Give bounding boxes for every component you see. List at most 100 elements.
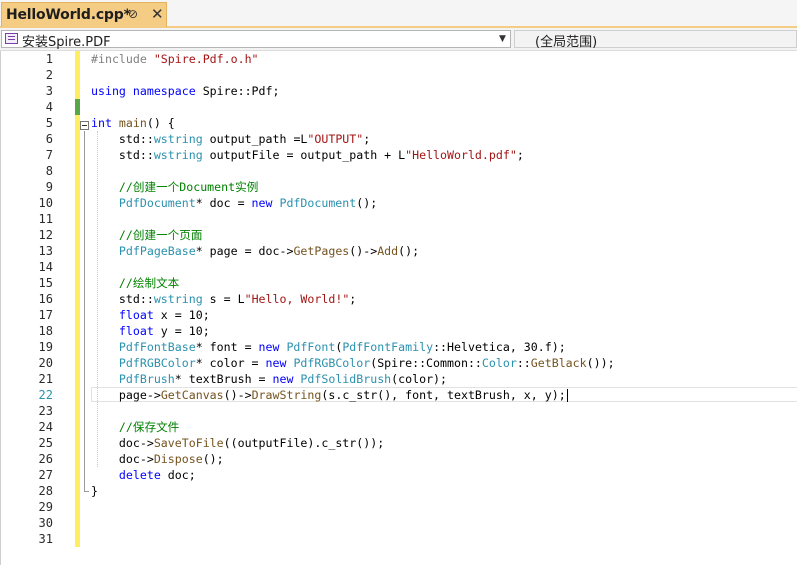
code-line[interactable]: 15 //绘制文本 (1, 275, 797, 291)
code-token: (); (398, 244, 420, 258)
code-line[interactable]: 30 (1, 515, 797, 531)
code-token: Dispose (153, 452, 203, 466)
member-scope-value: (全局范围) (535, 35, 598, 50)
code-token: ; (349, 292, 357, 306)
code-line[interactable]: 26 doc->Dispose(); (1, 451, 797, 467)
code-token: wstring (153, 292, 203, 306)
code-token: doc; (160, 468, 196, 482)
code-line[interactable]: 3 using namespace Spire::Pdf; (1, 83, 797, 99)
code-token: //创建一个页面 (91, 228, 203, 242)
line-number: 15 (38, 276, 53, 290)
code-token: (color); (391, 372, 448, 386)
code-line[interactable]: 4 (1, 99, 797, 115)
code-line[interactable]: 31 (1, 531, 797, 547)
code-text: //创建一个Document实例 (91, 179, 258, 195)
code-text: PdfRGBColor* color = new PdfRGBColor(Spi… (91, 355, 615, 371)
document-tab-bar: HelloWorld.cpp* ⊘ ✕ (0, 0, 797, 28)
code-token: new (251, 196, 280, 210)
code-line[interactable]: 29 (1, 499, 797, 515)
code-token: wstring (153, 148, 203, 162)
code-text: page->GetCanvas()->DrawString(s.c_str(),… (91, 387, 566, 403)
code-text: PdfDocument* doc = new PdfDocument(); (91, 195, 377, 211)
code-text: float x = 10; (91, 307, 210, 323)
code-line[interactable]: 17 float x = 10; (1, 307, 797, 323)
code-token: PdfRGBColor (293, 356, 371, 370)
code-line[interactable]: 23 (1, 403, 797, 419)
line-number: 5 (45, 116, 53, 130)
project-scope-value: 安装Spire.PDF (22, 35, 111, 50)
code-line[interactable]: 18 float y = 10; (1, 323, 797, 339)
code-token: PdfFont (286, 340, 336, 354)
code-token: "OUTPUT" (307, 132, 364, 146)
code-line[interactable]: 9 //创建一个Document实例 (1, 179, 797, 195)
code-line[interactable]: 13 PdfPageBase* page = doc->GetPages()->… (1, 243, 797, 259)
code-token: x = 10; (153, 308, 210, 322)
code-editor[interactable]: 1 #include "Spire.Pdf.o.h" 2 3 using namespa… (0, 51, 797, 565)
code-line[interactable]: 22 page->GetCanvas()->DrawString(s.c_str… (1, 387, 797, 403)
code-token: :: (516, 356, 531, 370)
code-line[interactable]: 19 PdfFontBase* font = new PdfFont(PdfFo… (1, 339, 797, 355)
code-line[interactable]: 12 //创建一个页面 (1, 227, 797, 243)
code-token: page-> (91, 388, 161, 402)
code-line[interactable]: 14 (1, 259, 797, 275)
code-line[interactable]: 20 PdfRGBColor* color = new PdfRGBColor(… (1, 355, 797, 371)
member-scope-dropdown[interactable]: (全局范围) (514, 30, 797, 50)
code-token: //保存文件 (91, 420, 180, 434)
code-token: * textBrush = (174, 372, 273, 386)
line-number: 9 (45, 180, 53, 194)
code-token: ()); (586, 356, 615, 370)
code-token: #include (91, 52, 154, 66)
line-number: 25 (38, 436, 53, 450)
code-line[interactable]: 28} (1, 483, 797, 499)
line-number: 19 (38, 340, 53, 354)
line-number: 24 (38, 420, 53, 434)
line-number: 7 (45, 148, 53, 162)
code-token: (s.c_str(), font, textBrush, x, y); (321, 388, 566, 402)
pin-icon[interactable]: ⊘ (128, 7, 138, 21)
code-line[interactable]: 25 doc->SaveToFile((outputFile).c_str())… (1, 435, 797, 451)
line-number: 26 (38, 452, 53, 466)
line-number: 28 (38, 484, 53, 498)
code-token: DrawString (251, 388, 322, 402)
code-line[interactable]: 10 PdfDocument* doc = new PdfDocument(); (1, 195, 797, 211)
code-line[interactable]: 6 std::wstring output_path =L"OUTPUT"; (1, 131, 797, 147)
code-line[interactable]: 1 #include "Spire.Pdf.o.h" (1, 51, 797, 67)
code-line[interactable]: 11 (1, 211, 797, 227)
code-line[interactable]: 7 std::wstring outputFile = output_path … (1, 147, 797, 163)
tab-helloworld-cpp[interactable]: HelloWorld.cpp* ⊘ ✕ (1, 2, 167, 27)
tab-title: HelloWorld.cpp* (6, 7, 131, 23)
code-line[interactable]: 8 (1, 163, 797, 179)
code-token: ; (363, 132, 371, 146)
line-number: 31 (38, 532, 53, 546)
line-number: 12 (38, 228, 53, 242)
code-token: GetCanvas (160, 388, 224, 402)
code-text: PdfFontBase* font = new PdfFont(PdfFontF… (91, 339, 566, 355)
code-token: y = 10; (153, 324, 210, 338)
code-token: std:: (91, 292, 154, 306)
close-icon[interactable]: ✕ (151, 5, 164, 23)
code-token: std:: (91, 148, 154, 162)
code-token: new (265, 356, 294, 370)
line-number: 29 (38, 500, 53, 514)
code-line[interactable]: 2 (1, 67, 797, 83)
navigation-bar: 安装Spire.PDF ▼ (全局范围) (0, 28, 797, 51)
code-line[interactable]: 16 std::wstring s = L"Hello, World!"; (1, 291, 797, 307)
code-line[interactable]: 5 int main() { (1, 115, 797, 131)
line-number: 23 (38, 404, 53, 418)
code-text: int main() { (91, 115, 175, 131)
code-token: float (118, 324, 154, 338)
code-token: SaveToFile (153, 436, 224, 450)
code-line[interactable]: 27 delete doc; (1, 467, 797, 483)
code-text: doc->Dispose(); (91, 451, 224, 467)
line-number: 27 (38, 468, 53, 482)
chevron-down-icon[interactable]: ▼ (499, 34, 506, 44)
code-line[interactable]: 21 PdfBrush* textBrush = new PdfSolidBru… (1, 371, 797, 387)
code-line[interactable]: 24 //保存文件 (1, 419, 797, 435)
line-number: 14 (38, 260, 53, 274)
line-number: 22 (38, 388, 53, 402)
project-scope-dropdown[interactable]: 安装Spire.PDF ▼ (1, 30, 511, 50)
code-token: new (258, 340, 287, 354)
